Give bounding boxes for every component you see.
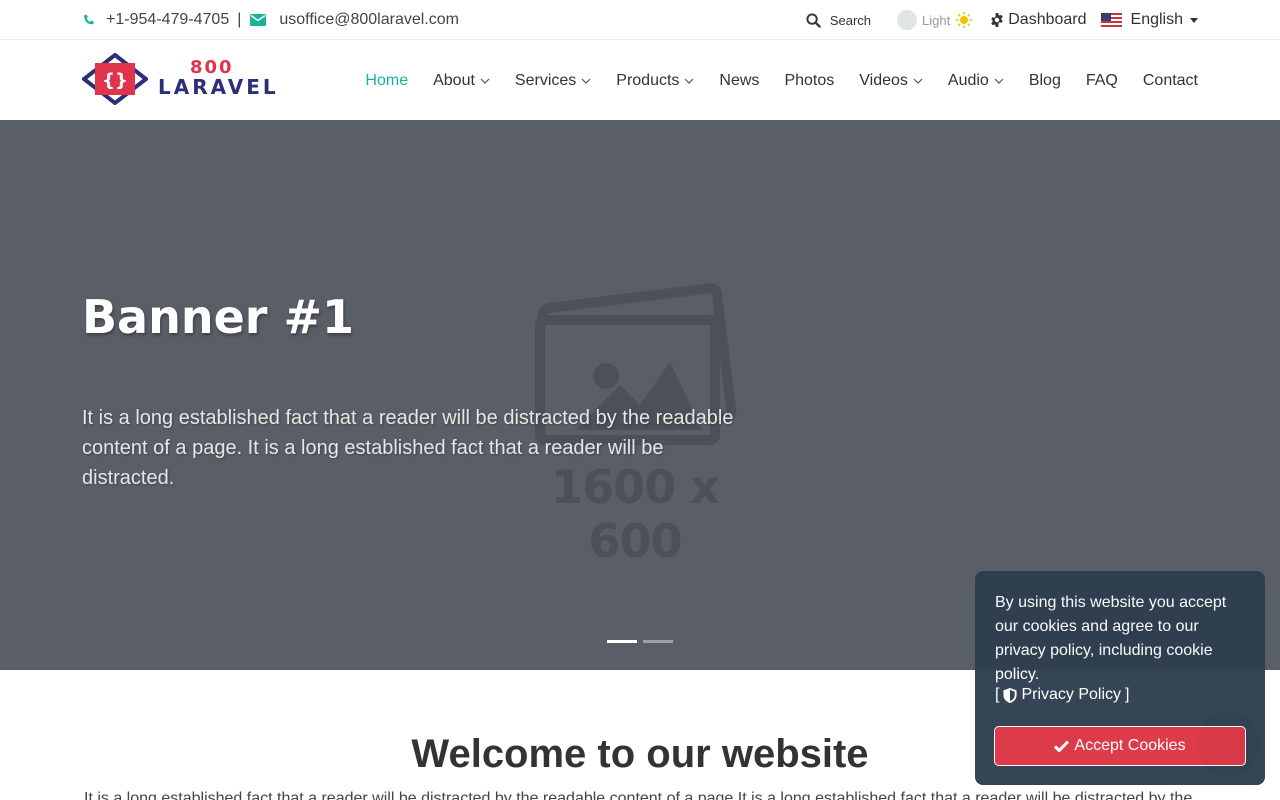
email-address[interactable]: usoffice@800laravel.com — [279, 11, 459, 29]
nav-label: Audio — [947, 71, 989, 89]
top-bar-actions: Search Light Dashboard English — [806, 0, 1198, 40]
phone-icon — [82, 14, 95, 27]
logo-text-laravel: LARAVEL — [158, 75, 279, 99]
site-header: {} 800 LARAVEL Home About Services Produ… — [0, 41, 1280, 120]
check-icon — [1054, 740, 1070, 752]
main-nav: Home About Services Products News Photos… — [340, 41, 1198, 120]
chevron-down-icon — [684, 78, 694, 84]
nav-item-services[interactable]: Services — [515, 72, 591, 90]
carousel-indicators — [607, 640, 679, 643]
bracket-open: [ — [995, 686, 1000, 703]
language-label: English — [1130, 11, 1183, 28]
nav-label: News — [719, 71, 760, 89]
carousel-indicator-2[interactable] — [643, 640, 673, 643]
privacy-policy-link[interactable]: [ Privacy Policy ] — [995, 686, 1129, 704]
nav-label: Videos — [859, 71, 908, 89]
gear-icon — [991, 13, 1004, 27]
nav-label: Blog — [1028, 71, 1061, 89]
search-icon — [806, 12, 821, 28]
logo-emblem-icon: {} — [82, 53, 148, 105]
hero-text: It is a long established fact that a rea… — [82, 407, 734, 489]
privacy-policy-label: Privacy Policy — [1021, 686, 1122, 703]
shield-icon — [1003, 687, 1018, 703]
chevron-down-icon — [913, 78, 923, 84]
language-selector[interactable]: English — [1100, 11, 1198, 29]
cookie-consent: By using this website you accept our coo… — [975, 571, 1265, 785]
dashboard-label: Dashboard — [1008, 11, 1087, 28]
nav-item-blog[interactable]: Blog — [1029, 72, 1061, 90]
nav-label: FAQ — [1085, 71, 1118, 89]
nav-item-audio[interactable]: Audio — [948, 72, 1004, 90]
carousel-indicator-1[interactable] — [607, 640, 637, 643]
theme-switch-knob — [897, 10, 918, 30]
nav-label: Products — [616, 71, 680, 89]
nav-label: About — [433, 71, 475, 89]
contact-info: +1-954-479-4705 | usoffice@800laravel.co… — [82, 0, 459, 40]
theme-label: Light — [922, 12, 951, 28]
nav-label: Home — [365, 71, 409, 89]
welcome-text: It is a long established fact that a rea… — [84, 790, 1193, 800]
nav-item-faq[interactable]: FAQ — [1086, 72, 1118, 90]
dashboard-link[interactable]: Dashboard — [990, 11, 1087, 29]
nav-item-contact[interactable]: Contact — [1143, 72, 1198, 90]
accept-cookies-label: Accept Cookies — [1074, 737, 1186, 754]
us-flag-icon — [1100, 13, 1122, 27]
phone-number[interactable]: +1-954-479-4705 — [106, 11, 229, 29]
chevron-down-icon — [581, 78, 591, 84]
nav-item-news[interactable]: News — [719, 72, 759, 90]
contact-separator: | — [237, 11, 242, 28]
sun-icon — [956, 12, 973, 28]
search-label: Search — [829, 12, 872, 28]
envelope-icon — [250, 14, 267, 26]
nav-label: Contact — [1142, 71, 1198, 89]
search-button[interactable]: Search — [806, 13, 871, 28]
nav-item-home[interactable]: Home — [365, 72, 408, 90]
nav-item-videos[interactable]: Videos — [859, 72, 923, 90]
svg-text:{}: {} — [102, 70, 128, 91]
chevron-down-icon — [480, 78, 490, 84]
nav-label: Services — [514, 71, 577, 89]
nav-label: Photos — [784, 71, 835, 89]
hero-title: Banner #1 — [82, 290, 355, 344]
nav-item-photos[interactable]: Photos — [784, 72, 834, 90]
theme-toggle[interactable]: Light — [897, 10, 973, 30]
site-logo[interactable]: {} 800 LARAVEL — [82, 53, 282, 105]
bracket-close: ] — [1125, 686, 1130, 703]
nav-item-products[interactable]: Products — [616, 72, 694, 90]
accept-cookies-button[interactable]: Accept Cookies — [994, 726, 1246, 766]
caret-down-icon — [1190, 17, 1198, 23]
top-bar: +1-954-479-4705 | usoffice@800laravel.co… — [0, 0, 1280, 40]
cookie-message: By using this website you accept our coo… — [995, 594, 1227, 683]
nav-item-about[interactable]: About — [433, 72, 490, 90]
chevron-down-icon — [994, 78, 1004, 84]
